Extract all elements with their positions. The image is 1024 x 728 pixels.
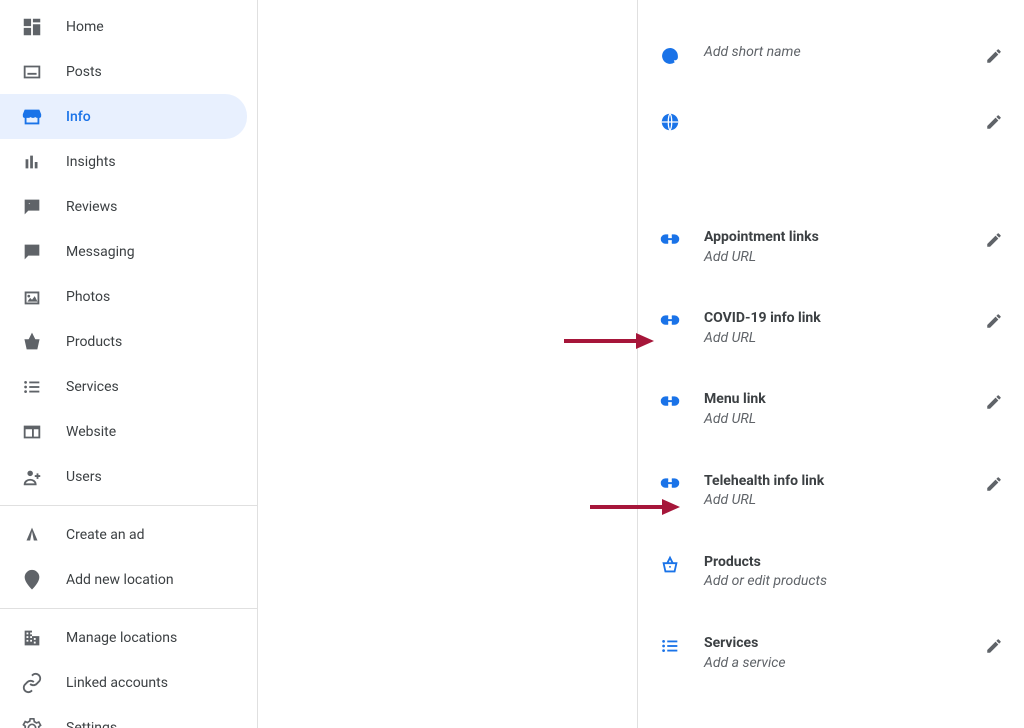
sidebar-item-services[interactable]: Services	[0, 364, 247, 409]
web-icon	[20, 420, 44, 444]
info-row-globe	[638, 96, 1024, 214]
sidebar-item-label: Info	[66, 109, 91, 125]
divider	[0, 505, 257, 506]
sidebar-item-label: Manage locations	[66, 630, 177, 646]
edit-button[interactable]	[982, 228, 1006, 252]
info-row-appointment: Appointment links Add URL	[638, 214, 1024, 295]
sidebar-item-label: Photos	[66, 289, 110, 305]
sidebar-item-manage-locations[interactable]: Manage locations	[0, 615, 247, 660]
edit-button[interactable]	[982, 390, 1006, 414]
edit-button[interactable]	[982, 634, 1006, 658]
link-icon	[658, 309, 682, 333]
sidebar-item-reviews[interactable]: Reviews	[0, 184, 247, 229]
link-icon	[20, 671, 44, 695]
products-title: Products	[704, 553, 1004, 573]
sidebar-item-linked-accounts[interactable]: Linked accounts	[0, 660, 247, 705]
info-row-services: Services Add a service	[638, 620, 1024, 701]
info-row-short-name: Add short name	[638, 30, 1024, 96]
divider	[0, 608, 257, 609]
telehealth-title: Telehealth info link	[704, 472, 1004, 492]
sidebar-item-info[interactable]: Info	[0, 94, 247, 139]
info-panel: Add short name Appointment links Add URL…	[638, 0, 1024, 728]
at-icon	[658, 44, 682, 68]
person-add-icon	[20, 465, 44, 489]
link-icon	[658, 472, 682, 496]
edit-button[interactable]	[982, 472, 1006, 496]
sidebar-item-label: Users	[66, 469, 102, 485]
sidebar-item-posts[interactable]: Posts	[0, 49, 247, 94]
reviews-icon	[20, 195, 44, 219]
short-name-placeholder: Add short name	[704, 44, 1004, 60]
annotation-arrow	[564, 331, 654, 351]
menu-title: Menu link	[704, 390, 1004, 410]
location-add-icon	[20, 568, 44, 592]
storefront-icon	[20, 105, 44, 129]
sidebar-item-label: Home	[66, 19, 104, 35]
chart-icon	[20, 150, 44, 174]
sidebar-item-website[interactable]: Website	[0, 409, 247, 454]
basket-icon	[20, 330, 44, 354]
menu-sub: Add URL	[704, 410, 1004, 430]
sidebar-item-label: Create an ad	[66, 527, 145, 543]
sidebar: Home Posts Info Insights Reviews Messagi…	[0, 0, 258, 728]
sidebar-item-label: Website	[66, 424, 116, 440]
sidebar-item-users[interactable]: Users	[0, 454, 247, 499]
covid-title: COVID-19 info link	[704, 309, 1004, 329]
sidebar-item-label: Add new location	[66, 572, 174, 588]
sidebar-item-home[interactable]: Home	[0, 4, 247, 49]
sidebar-item-label: Insights	[66, 154, 116, 170]
info-row-covid: COVID-19 info link Add URL	[638, 295, 1024, 376]
edit-button[interactable]	[982, 110, 1006, 134]
link-icon	[658, 228, 682, 252]
sidebar-item-products[interactable]: Products	[0, 319, 247, 364]
sidebar-item-add-location[interactable]: Add new location	[0, 557, 247, 602]
sidebar-item-label: Posts	[66, 64, 102, 80]
business-icon	[20, 626, 44, 650]
annotation-arrow	[590, 497, 680, 517]
sidebar-item-insights[interactable]: Insights	[0, 139, 247, 184]
basket-icon	[658, 553, 682, 577]
sidebar-item-label: Linked accounts	[66, 675, 168, 691]
sidebar-item-label: Reviews	[66, 199, 117, 215]
gear-icon	[20, 716, 44, 728]
sidebar-item-settings[interactable]: Settings	[0, 705, 247, 728]
sidebar-item-messaging[interactable]: Messaging	[0, 229, 247, 274]
ad-icon	[20, 523, 44, 547]
middle-pane	[258, 0, 638, 728]
list-icon	[658, 634, 682, 658]
telehealth-sub: Add URL	[704, 491, 1004, 511]
link-icon	[658, 390, 682, 414]
services-title: Services	[704, 634, 1004, 654]
sidebar-item-label: Products	[66, 334, 122, 350]
photos-icon	[20, 285, 44, 309]
sidebar-item-photos[interactable]: Photos	[0, 274, 247, 319]
services-sub: Add a service	[704, 654, 1004, 674]
sidebar-item-label: Services	[66, 379, 119, 395]
list-icon	[20, 375, 44, 399]
posts-icon	[20, 60, 44, 84]
info-row-menu: Menu link Add URL	[638, 376, 1024, 457]
sidebar-item-label: Messaging	[66, 244, 135, 260]
message-icon	[20, 240, 44, 264]
sidebar-item-create-ad[interactable]: Create an ad	[0, 512, 247, 557]
edit-button[interactable]	[982, 309, 1006, 333]
covid-sub: Add URL	[704, 329, 1004, 349]
globe-icon	[658, 110, 682, 134]
appointment-title: Appointment links	[704, 228, 1004, 248]
info-row-products: Products Add or edit products	[638, 539, 1024, 620]
sidebar-item-label: Settings	[66, 720, 117, 728]
info-row-telehealth: Telehealth info link Add URL	[638, 458, 1024, 539]
appointment-sub: Add URL	[704, 248, 1004, 268]
dashboard-icon	[20, 15, 44, 39]
products-sub: Add or edit products	[704, 572, 1004, 592]
edit-button[interactable]	[982, 44, 1006, 68]
